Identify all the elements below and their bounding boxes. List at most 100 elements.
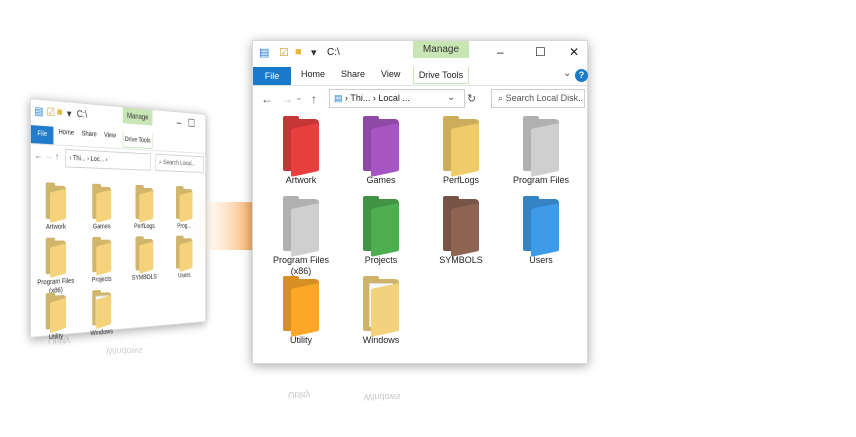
folder-icon <box>46 295 66 330</box>
reflection-label: Utility <box>48 336 70 346</box>
drive-tools-tab[interactable]: Drive Tools <box>413 67 469 84</box>
search-box[interactable]: ⌕ Search Local Disk... <box>491 89 585 108</box>
drive-icon: ▤ <box>334 93 343 103</box>
folder-item[interactable]: Projects <box>345 199 417 266</box>
folder-item[interactable]: SYMBOLS <box>126 239 163 283</box>
explorer-window-before: ▤ ☑ ■ ▾ C:\ Manage – ☐ File Home Share V… <box>30 98 206 338</box>
folder-icon <box>363 199 399 251</box>
folder-item[interactable]: Games <box>345 119 417 186</box>
folder-label: SYMBOLS <box>425 255 497 266</box>
share-tab[interactable]: Share <box>341 69 365 79</box>
folder-label: SYMBOLS <box>126 273 163 283</box>
folder-icon <box>136 188 154 219</box>
manage-tab[interactable]: Manage <box>123 107 153 125</box>
explorer-icon: ▤ <box>259 46 269 59</box>
reflection-before: Utility Windows <box>40 330 240 370</box>
folder-icon <box>92 292 111 326</box>
folder-icon <box>92 187 111 219</box>
address-dropdown-icon[interactable]: ⌄ <box>447 92 455 103</box>
explorer-icon: ▤ <box>34 104 43 118</box>
up-arrow-icon[interactable]: ↑ <box>311 92 317 106</box>
folder-icon <box>46 240 66 274</box>
back-arrow-icon[interactable]: ← <box>261 92 273 106</box>
folder-icon <box>443 199 479 251</box>
folder-item[interactable]: Artwork <box>34 185 76 232</box>
maximize-button[interactable]: ☐ <box>535 45 546 59</box>
folder-item[interactable]: Artwork <box>265 119 337 186</box>
folder-item[interactable]: SYMBOLS <box>425 199 497 266</box>
help-icon[interactable]: ? <box>575 69 588 82</box>
folder-icon <box>283 199 319 251</box>
folder-label: Artwork <box>34 223 76 232</box>
folder-label: Projects <box>82 275 121 285</box>
folder-grid: Artwork Games PerfLogs Program Files Program… <box>253 113 587 363</box>
folder-item[interactable]: Program Files (x86) <box>34 240 76 297</box>
search-placeholder: Search Local Disk... <box>506 93 585 103</box>
folder-label: PerfLogs <box>126 222 163 230</box>
properties-icon[interactable]: ☑ <box>279 46 289 59</box>
folder-label: Windows <box>345 335 417 346</box>
expand-ribbon-icon[interactable]: ⌄ <box>563 68 571 79</box>
address-path[interactable]: ▤ › Thi... › Local ... <box>329 89 465 108</box>
up-arrow-icon[interactable]: ↑ <box>55 151 59 161</box>
maximize-button[interactable]: ☐ <box>188 117 195 130</box>
folder-item[interactable]: Games <box>82 186 121 231</box>
folder-icon <box>283 119 319 171</box>
folder-item[interactable]: Program Files (x86) <box>265 199 337 277</box>
ribbon: File Home Share View Drive Tools ⌄ ? <box>253 67 587 86</box>
manage-tab[interactable]: Manage <box>413 41 469 58</box>
breadcrumb: › Thi... › Local ... <box>345 93 410 103</box>
address-path[interactable]: › Thi... › Loc... › <box>65 149 151 171</box>
properties-icon[interactable]: ☑ <box>47 105 55 118</box>
new-folder-icon[interactable]: ■ <box>295 46 302 58</box>
file-tab[interactable]: File <box>31 125 54 144</box>
folder-item[interactable]: PerfLogs <box>425 119 497 186</box>
folder-item[interactable]: Users <box>505 199 577 266</box>
folder-icon <box>523 199 559 251</box>
title-bar: ▤ ☑ ■ ▾ C:\ Manage – ☐ ✕ <box>253 41 587 67</box>
folder-item[interactable]: PerfLogs <box>126 187 163 231</box>
new-folder-icon[interactable]: ■ <box>57 106 63 118</box>
folder-label: Users <box>505 255 577 266</box>
view-tab[interactable]: View <box>104 132 116 139</box>
search-placeholder: Search Local... <box>163 160 195 168</box>
share-tab[interactable]: Share <box>82 131 97 139</box>
folder-item[interactable]: Program Files <box>505 119 577 186</box>
close-button[interactable]: ✕ <box>569 45 579 59</box>
folder-item[interactable]: Windows <box>345 279 417 346</box>
folder-icon <box>443 119 479 171</box>
explorer-window-after: ▤ ☑ ■ ▾ C:\ Manage – ☐ ✕ File Home Share… <box>252 40 588 364</box>
folder-label: PerfLogs <box>425 175 497 186</box>
home-tab[interactable]: Home <box>301 69 325 79</box>
drive-tools-tab[interactable]: Drive Tools <box>123 132 153 150</box>
forward-arrow-icon[interactable]: → <box>281 92 293 106</box>
window-title: C:\ <box>327 47 340 58</box>
home-tab[interactable]: Home <box>59 129 75 137</box>
minimize-button[interactable]: – <box>177 116 182 129</box>
folder-icon <box>283 279 319 331</box>
folder-label: Games <box>82 223 121 232</box>
folder-label: Program Files <box>505 175 577 186</box>
file-tab[interactable]: File <box>253 67 291 85</box>
folder-label: Artwork <box>265 175 337 186</box>
folder-icon <box>46 185 66 219</box>
refresh-icon[interactable]: ↻ <box>467 92 476 105</box>
folder-item[interactable]: Projects <box>82 239 121 285</box>
folder-grid: Artwork Games PerfLogs Prog... Program Files… <box>31 171 205 337</box>
search-box[interactable]: ⌕ Search Local... <box>155 154 204 173</box>
forward-arrow-icon[interactable]: → <box>45 151 53 161</box>
back-arrow-icon[interactable]: ← <box>34 150 42 160</box>
folder-icon <box>136 239 154 271</box>
folder-icon <box>363 119 399 171</box>
search-icon: ⌕ <box>159 159 162 165</box>
customize-qat-icon[interactable]: ▾ <box>311 46 317 59</box>
customize-qat-icon[interactable]: ▾ <box>67 107 72 120</box>
folder-label: Games <box>345 175 417 186</box>
recent-locations-icon[interactable]: ⌄ <box>295 92 303 103</box>
folder-icon <box>523 119 559 171</box>
view-tab[interactable]: View <box>381 69 400 79</box>
folder-item[interactable]: Utility <box>265 279 337 346</box>
reflection-after: Utility Windows <box>252 364 588 404</box>
minimize-button[interactable]: – <box>497 45 504 59</box>
reflection-label: Utility <box>288 390 310 400</box>
